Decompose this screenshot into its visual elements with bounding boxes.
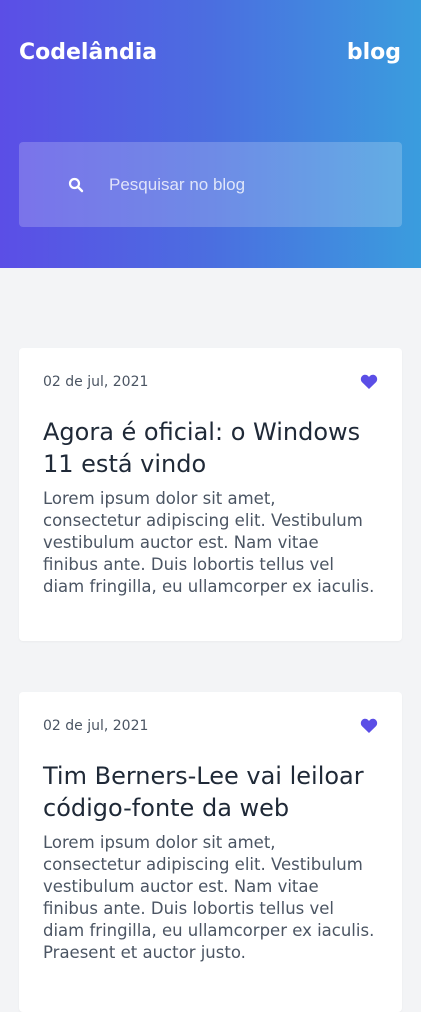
search-icon [65,174,87,196]
post-card[interactable]: 02 de jul, 2021 Tim Berners-Lee vai leil… [19,692,402,1012]
post-excerpt: Lorem ipsum dolor sit amet, consectetur … [43,833,375,962]
post-excerpt: Lorem ipsum dolor sit amet, consectetur … [43,489,375,596]
post-date: 02 de jul, 2021 [43,374,149,390]
post-title[interactable]: Tim Berners-Lee vai leiloar código-fonte… [43,760,378,824]
search-bar[interactable] [19,142,402,227]
search-input[interactable] [109,164,389,205]
post-card[interactable]: 02 de jul, 2021 Agora é oficial: o Windo… [19,348,402,641]
heart-icon[interactable] [360,374,378,390]
brand-logo[interactable]: Codelândia [19,40,157,65]
page-label[interactable]: blog [347,40,401,65]
post-date: 02 de jul, 2021 [43,718,149,734]
header: Codelândia blog [0,0,421,268]
heart-icon[interactable] [360,718,378,734]
post-title[interactable]: Agora é oficial: o Windows 11 está vindo [43,416,378,480]
